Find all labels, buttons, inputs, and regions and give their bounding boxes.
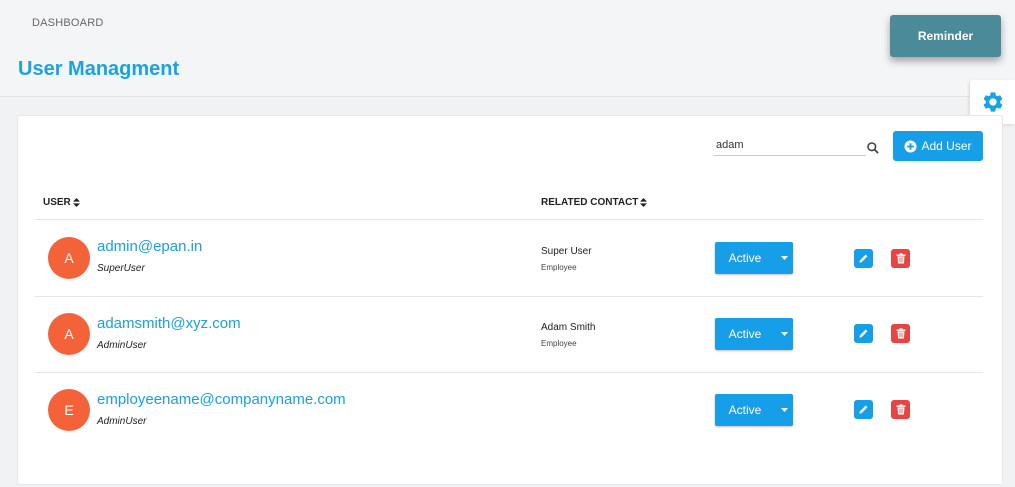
avatar: A xyxy=(48,237,90,279)
sort-icon xyxy=(72,198,80,207)
breadcrumb[interactable]: DASHBOARD xyxy=(32,17,103,29)
delete-button[interactable] xyxy=(891,400,910,419)
caret-down-icon xyxy=(775,332,793,336)
page-title: User Managment xyxy=(18,58,180,80)
status-label: Active xyxy=(728,403,762,417)
add-user-button[interactable]: Add User xyxy=(893,131,983,161)
reminder-button[interactable]: Reminder xyxy=(890,15,1001,57)
sort-icon xyxy=(640,198,648,207)
caret-down-icon xyxy=(775,408,793,412)
contact-type: Employee xyxy=(541,339,577,348)
user-email-link[interactable]: employeename@companyname.com xyxy=(97,391,346,408)
delete-button[interactable] xyxy=(891,249,910,268)
trash-icon xyxy=(896,328,905,339)
status-dropdown[interactable]: Active xyxy=(715,394,793,426)
status-label: Active xyxy=(728,327,762,341)
contact-name: Adam Smith xyxy=(541,322,596,333)
user-list-card xyxy=(17,115,1003,485)
edit-button[interactable] xyxy=(854,400,873,419)
column-header-user[interactable]: USER xyxy=(43,197,80,208)
user-role: SuperUser xyxy=(97,263,145,274)
divider xyxy=(35,296,983,297)
caret-down-icon xyxy=(775,256,793,260)
trash-icon xyxy=(896,404,905,415)
avatar: E xyxy=(48,389,90,431)
plus-circle-icon xyxy=(904,139,918,153)
status-dropdown[interactable]: Active xyxy=(715,242,793,274)
edit-button[interactable] xyxy=(854,324,873,343)
search-input[interactable] xyxy=(714,137,866,156)
add-user-label: Add User xyxy=(921,139,972,153)
user-email-link[interactable]: adamsmith@xyz.com xyxy=(97,315,241,332)
user-email-link[interactable]: admin@epan.in xyxy=(97,238,202,255)
column-header-related-contact-label: RELATED CONTACT xyxy=(541,197,639,208)
status-dropdown[interactable]: Active xyxy=(715,318,793,350)
pencil-icon xyxy=(859,254,868,263)
contact-name: Super User xyxy=(541,246,592,257)
page-header: DASHBOARD User Managment xyxy=(0,0,1015,97)
avatar: A xyxy=(48,313,90,355)
column-header-user-label: USER xyxy=(43,197,71,208)
trash-icon xyxy=(896,253,905,264)
edit-button[interactable] xyxy=(854,249,873,268)
pencil-icon xyxy=(859,405,868,414)
user-role: AdminUser xyxy=(97,340,147,351)
gear-icon xyxy=(983,92,1002,112)
user-role: AdminUser xyxy=(97,416,147,427)
delete-button[interactable] xyxy=(891,324,910,343)
divider xyxy=(35,372,983,373)
status-label: Active xyxy=(728,251,762,265)
pencil-icon xyxy=(859,329,868,338)
contact-type: Employee xyxy=(541,263,577,272)
column-header-related-contact[interactable]: RELATED CONTACT xyxy=(541,197,648,208)
search-icon[interactable] xyxy=(866,141,880,155)
divider xyxy=(35,219,983,220)
